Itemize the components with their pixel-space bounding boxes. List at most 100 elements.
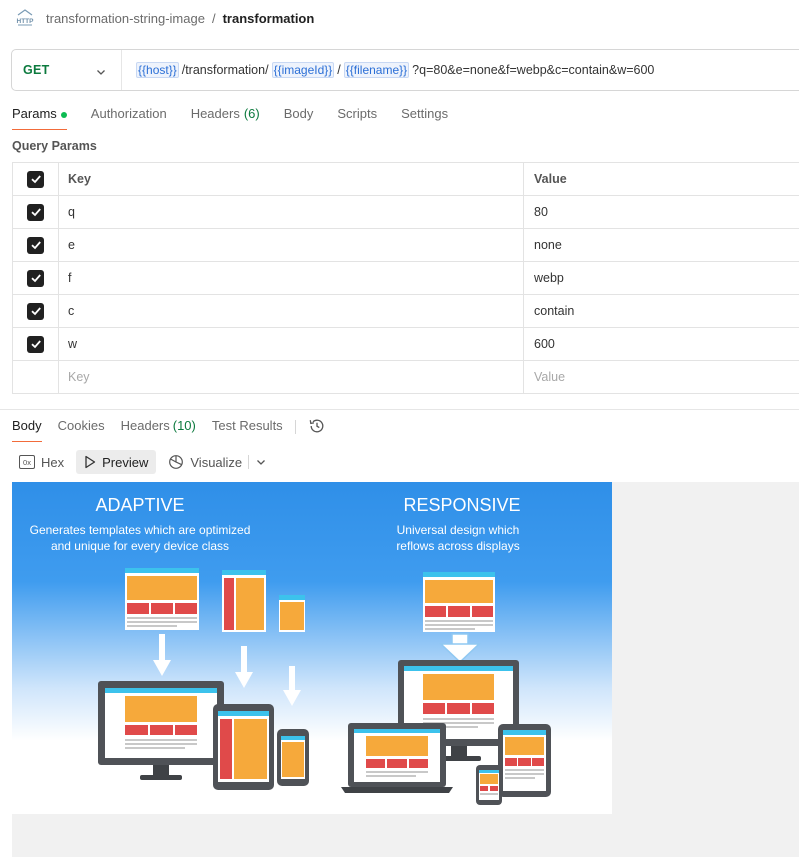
table-row: q 80 [12, 196, 799, 229]
tab-headers[interactable]: Headers (6) [191, 104, 260, 130]
column-header-value: Value [534, 172, 567, 186]
url-variable-image-id[interactable]: {{imageId}} [271, 62, 335, 78]
select-all-checkbox[interactable] [27, 170, 44, 188]
responsive-template [423, 572, 495, 632]
table-row: w 600 [12, 328, 799, 361]
query-params-title: Query Params [12, 139, 97, 153]
adaptive-phone [277, 729, 309, 786]
param-key[interactable]: w [59, 328, 524, 360]
tab-body[interactable]: Body [284, 104, 314, 130]
tab-cookies-label: Cookies [57, 418, 105, 433]
adaptive-subtitle-line1: Generates templates which are optimized [30, 523, 251, 537]
svg-text:0x: 0x [23, 458, 31, 467]
breadcrumb-current[interactable]: transformation [223, 11, 315, 26]
query-params-table: Key Value q 80 e none f webp c contain w… [12, 162, 799, 394]
visualize-icon [168, 454, 184, 470]
preview-label: Preview [102, 454, 149, 470]
hex-label: Hex [41, 454, 65, 470]
responsive-laptop [341, 723, 453, 793]
section-divider [0, 409, 799, 410]
responsive-title: RESPONSIVE [403, 495, 520, 515]
body-view-toolbar: 0x Hex Preview Visualize [12, 450, 267, 474]
table-row: f webp [12, 262, 799, 295]
tab-cookies[interactable]: Cookies [58, 417, 105, 442]
tab-scripts[interactable]: Scripts [337, 104, 377, 130]
request-tabs: Params Authorization Headers (6) Body Sc… [12, 104, 472, 130]
url-variable-filename[interactable]: {{filename}} [343, 62, 410, 78]
tab-headers-count: (6) [243, 106, 260, 121]
response-image-preview: ADAPTIVE Generates templates which are o… [12, 482, 612, 814]
param-value[interactable]: none [524, 229, 799, 261]
responsive-phone [476, 765, 502, 805]
tab-response-body[interactable]: Body [12, 417, 42, 442]
tab-authorization[interactable]: Authorization [91, 104, 167, 130]
breadcrumb-parent-link[interactable]: transformation-string-image [46, 11, 205, 26]
preview-button[interactable]: Preview [76, 450, 157, 474]
param-checkbox[interactable] [27, 236, 44, 254]
param-value[interactable]: 600 [524, 328, 799, 360]
tabs-divider [294, 420, 296, 434]
tab-response-body-label: Body [12, 418, 42, 433]
hex-icon: 0x [19, 455, 35, 469]
responsive-subtitle-line1: Universal design which [397, 523, 520, 537]
adaptive-phone-template [279, 595, 305, 632]
table-row: c contain [12, 295, 799, 328]
adaptive-tablet-template [222, 570, 266, 632]
tab-scripts-label: Scripts [337, 106, 378, 121]
visualize-button[interactable]: Visualize [160, 450, 250, 474]
param-checkbox[interactable] [27, 269, 44, 287]
url-query-string: ?q=80&e=none&f=webp&c=contain&w=600 [412, 63, 655, 77]
response-tabs: Body Cookies Headers (10) Test Results [12, 417, 326, 442]
breadcrumb: HTTP transformation-string-image / trans… [0, 0, 799, 36]
hex-button[interactable]: 0x Hex [12, 450, 72, 474]
tab-response-headers-count: (10) [172, 418, 196, 433]
visualize-label: Visualize [190, 454, 243, 470]
param-key[interactable]: q [59, 196, 524, 228]
play-icon [84, 455, 96, 469]
tab-test-results-label: Test Results [211, 418, 283, 433]
table-row: e none [12, 229, 799, 262]
param-value[interactable]: 80 [524, 196, 799, 228]
param-key[interactable]: f [59, 262, 524, 294]
param-checkbox[interactable] [27, 335, 44, 353]
tab-test-results[interactable]: Test Results [212, 417, 283, 442]
param-value[interactable]: webp [524, 262, 799, 294]
request-url-bar: GET {{host}} /transformation/ {{imageId}… [11, 49, 799, 91]
new-param-value-input[interactable]: Value [524, 361, 799, 393]
tab-body-label: Body [283, 106, 314, 121]
breadcrumb-separator: / [211, 10, 216, 26]
toolbar-divider [248, 455, 250, 469]
tab-settings-label: Settings [401, 106, 449, 121]
adaptive-subtitle-line2: and unique for every device class [51, 539, 229, 553]
tab-settings[interactable]: Settings [401, 104, 448, 130]
param-value[interactable]: contain [524, 295, 799, 327]
new-param-key-input[interactable]: Key [59, 361, 524, 393]
param-key[interactable]: c [59, 295, 524, 327]
responsive-tablet [498, 724, 551, 797]
url-path-separator: / [337, 63, 341, 77]
adaptive-tablet [213, 704, 274, 790]
table-row-new: Key Value [12, 361, 799, 394]
param-key[interactable]: e [59, 229, 524, 261]
tab-response-headers[interactable]: Headers (10) [121, 417, 196, 442]
tab-params-label: Params [12, 106, 57, 121]
param-checkbox[interactable] [27, 203, 44, 221]
method-select[interactable]: GET [12, 50, 122, 90]
tab-authorization-label: Authorization [90, 106, 167, 121]
tab-params[interactable]: Params [12, 104, 67, 130]
responsive-subtitle-line2: reflows across displays [396, 539, 519, 553]
http-icon: HTTP [15, 9, 35, 27]
visualize-dropdown-chevron-icon[interactable] [255, 456, 267, 468]
url-path-segment: /transformation/ [181, 63, 269, 77]
url-variable-host[interactable]: {{host}} [136, 62, 179, 78]
adaptive-desktop-template [125, 568, 199, 630]
params-active-dot [60, 112, 67, 118]
tab-response-headers-label: Headers [120, 418, 170, 433]
method-label: GET [23, 63, 50, 77]
url-input[interactable]: {{host}} /transformation/ {{imageId}} / … [122, 62, 657, 78]
history-icon[interactable] [308, 417, 326, 435]
tab-headers-label: Headers [190, 106, 240, 121]
param-checkbox[interactable] [27, 302, 44, 320]
column-header-key: Key [59, 163, 524, 195]
chevron-down-icon [96, 65, 106, 80]
